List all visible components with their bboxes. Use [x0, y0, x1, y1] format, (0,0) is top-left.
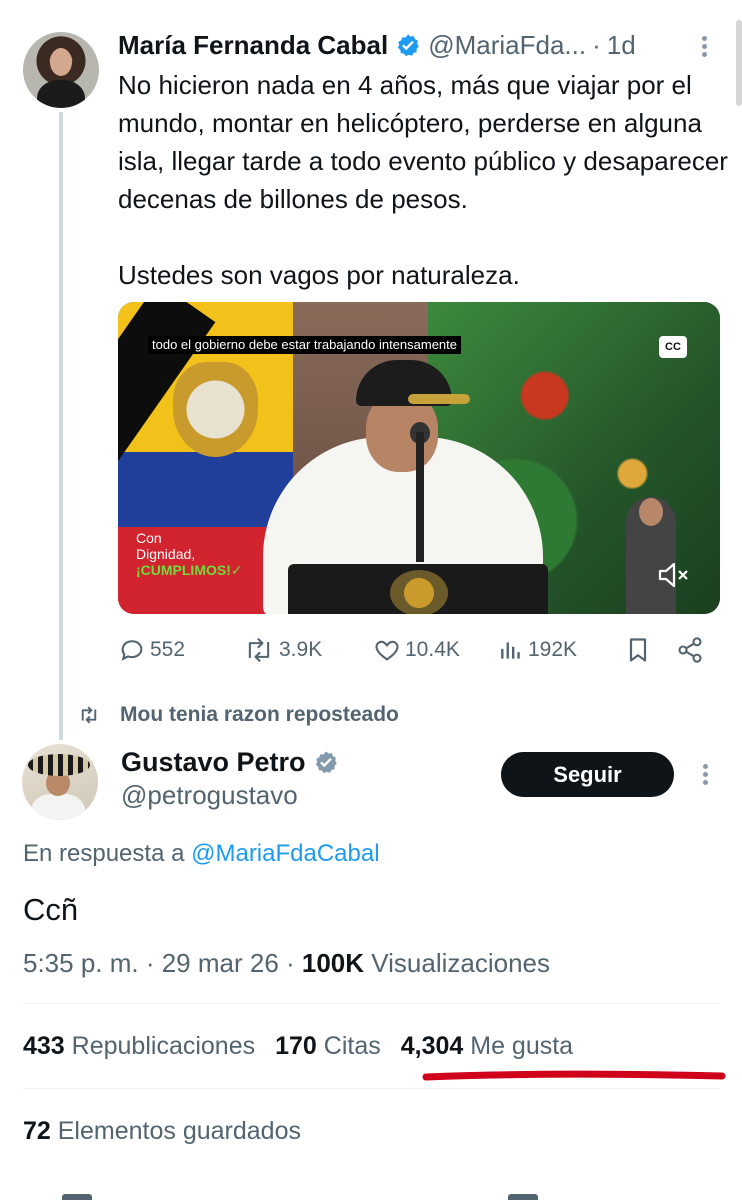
repost-count: 3.9K [279, 638, 323, 661]
tweet-time[interactable]: 1d [607, 30, 636, 61]
reply-icon [121, 640, 143, 661]
views-count: 192K [528, 638, 578, 661]
partial-icon [508, 1194, 538, 1200]
flag-blue-stripe [118, 452, 293, 532]
reply-prefix: En respuesta a [23, 840, 192, 867]
verified-badge-icon [315, 751, 337, 774]
scrollbar[interactable] [736, 20, 742, 106]
share-icon [678, 637, 702, 663]
reply-count: 552 [150, 638, 186, 661]
closed-captions-button[interactable]: CC [659, 336, 687, 358]
likes-stat[interactable]: 4,304 Me gusta [401, 1032, 573, 1060]
video-subtitle: todo el gobierno debe estar trabajando i… [148, 336, 461, 354]
video-logo-text: Con Dignidad, ¡CUMPLIMOS!✓ [136, 530, 243, 578]
thread-connector-line [59, 112, 63, 740]
microphone-stand [416, 432, 424, 562]
repost-banner[interactable]: Mou tenia razon reposteado [78, 700, 399, 730]
tweet-text: No hicieron nada en 4 años, más que viaj… [118, 70, 728, 290]
bookmark-button[interactable] [624, 630, 656, 670]
verified-badge-icon [398, 34, 420, 57]
podium-seal [390, 570, 448, 614]
divider [23, 1003, 720, 1004]
video-player[interactable]: todo el gobierno debe estar trabajando i… [118, 302, 720, 614]
partial-icon [62, 1194, 92, 1200]
logo-line-3: ¡CUMPLIMOS!✓ [136, 562, 243, 578]
avatar-hat [28, 754, 90, 776]
repost-button[interactable]: 3.9K [243, 630, 322, 670]
engagement-stats: 433 Republicaciones 170 Citas 4,304 Me gus… [23, 1032, 573, 1061]
tweet-meta: 5:35 p. m. · 29 mar 26 · 100K Visualizac… [23, 948, 550, 979]
views-button[interactable]: 192K [498, 630, 577, 670]
like-button[interactable]: 10.4K [373, 630, 460, 670]
logo-line-2: Dignidad, [136, 546, 196, 562]
repost-banner-text: Mou tenia razon reposteado [120, 703, 399, 726]
repost-icon [248, 637, 270, 663]
avatar-face [50, 48, 72, 76]
avatar[interactable] [22, 744, 98, 820]
background-person-head [639, 498, 663, 526]
tweet-timestamp[interactable]: 5:35 p. m. · 29 mar 26 · [23, 948, 302, 978]
speaker-cap-brim [408, 394, 470, 404]
logo-line-1: Con [136, 530, 162, 546]
more-options-icon[interactable] [697, 33, 711, 63]
heart-icon [375, 640, 399, 661]
views-chart-icon [501, 642, 520, 659]
avatar[interactable] [23, 32, 99, 108]
bottom-action-bar-partial [0, 1186, 742, 1200]
separator-dot: · [592, 29, 601, 60]
coat-of-arms [173, 362, 258, 457]
like-count: 10.4K [405, 638, 460, 661]
author-name[interactable]: Gustavo Petro [121, 745, 346, 779]
author-handle[interactable]: @MariaFda... [428, 30, 586, 61]
tweet-actions: 552 3.9K 10.4K 192K [118, 630, 718, 670]
reply-button[interactable]: 552 [118, 630, 185, 670]
views-count: 100K [301, 948, 365, 978]
share-button[interactable] [676, 630, 708, 670]
author-name-text: Gustavo Petro [121, 746, 306, 777]
speaker-muted-icon[interactable] [656, 560, 690, 590]
author-name[interactable]: María Fernanda Cabal [118, 30, 388, 61]
avatar-shirt [30, 794, 86, 820]
tweet-text: Ccñ [23, 892, 79, 927]
follow-button[interactable]: Seguir [501, 752, 674, 797]
reposts-stat[interactable]: 433 Republicaciones [23, 1032, 255, 1060]
more-options-icon[interactable] [698, 761, 712, 791]
divider [23, 1088, 720, 1089]
bookmark-icon [629, 638, 647, 662]
red-annotation-underline [422, 1070, 726, 1081]
bookmarks-count: 72 [23, 1117, 51, 1145]
bookmarks-label: Elementos guardados [50, 1117, 301, 1145]
bookmarks-stat[interactable]: 72 Elementos guardados [23, 1117, 301, 1146]
tweet-header: María Fernanda Cabal @MariaFda... · 1d [118, 28, 636, 62]
author-handle[interactable]: @petrogustavo [121, 780, 298, 811]
reply-context: En respuesta a @MariaFdaCabal [23, 840, 380, 868]
repost-icon [81, 706, 97, 724]
views-label: Visualizaciones [364, 948, 551, 978]
reply-handle-link[interactable]: @MariaFdaCabal [191, 840, 379, 867]
quotes-stat[interactable]: 170 Citas [275, 1032, 381, 1060]
avatar-body [37, 80, 85, 108]
